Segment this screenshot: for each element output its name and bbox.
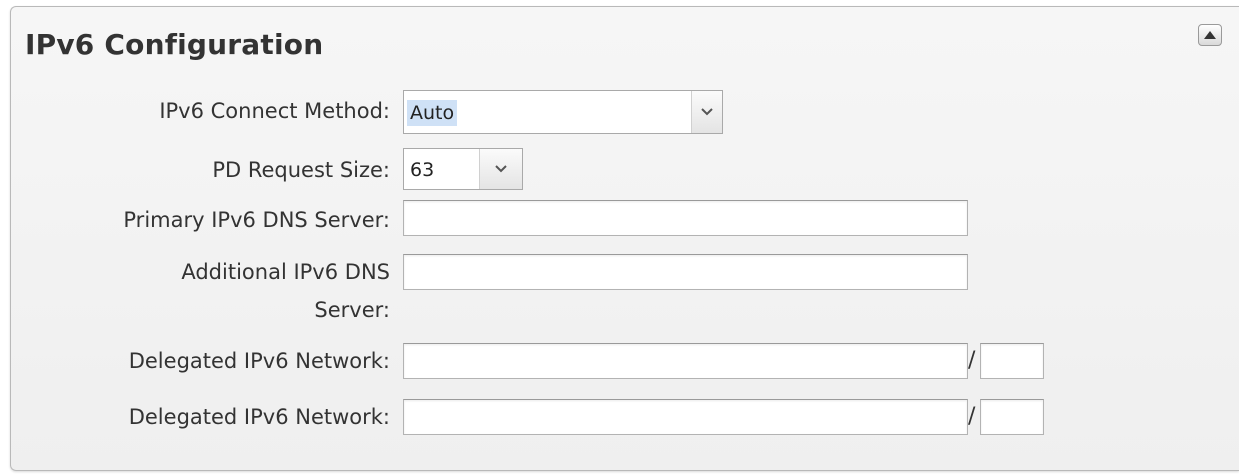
- collapse-up-icon: [1204, 31, 1216, 39]
- delegated-network-2-input[interactable]: [403, 399, 968, 435]
- pd-request-size-select[interactable]: 63: [403, 148, 523, 190]
- pd-request-size-value: 63: [410, 159, 435, 181]
- collapse-button[interactable]: [1198, 24, 1222, 46]
- connect-method-label: IPv6 Connect Method:: [159, 99, 390, 123]
- chevron-down-icon: [701, 108, 713, 116]
- delegated-network-2-separator: /: [968, 404, 976, 429]
- primary-dns-label: Primary IPv6 DNS Server:: [123, 208, 390, 232]
- connect-method-select[interactable]: Auto: [403, 90, 723, 134]
- delegated-network-2-label: Delegated IPv6 Network:: [128, 405, 390, 429]
- delegated-network-1-input[interactable]: [403, 343, 968, 379]
- primary-dns-input[interactable]: [403, 200, 968, 236]
- delegated-network-1-separator: /: [968, 348, 976, 373]
- additional-dns-input[interactable]: [403, 254, 968, 290]
- pd-request-size-label: PD Request Size:: [212, 158, 390, 182]
- connect-method-dropdown-toggle[interactable]: [691, 91, 722, 133]
- delegated-network-2-prefix-input[interactable]: [980, 399, 1044, 435]
- delegated-network-1-prefix-input[interactable]: [980, 343, 1044, 379]
- pd-request-size-dropdown-toggle[interactable]: [479, 149, 522, 189]
- additional-dns-label-line1: Additional IPv6 DNS: [181, 260, 390, 284]
- chevron-down-icon: [495, 165, 507, 173]
- additional-dns-label-line2: Server:: [314, 298, 390, 322]
- connect-method-value: Auto: [407, 100, 458, 126]
- labels-column: IPv6 Connect Method: PD Request Size: Pr…: [0, 0, 390, 475]
- delegated-network-1-label: Delegated IPv6 Network:: [128, 349, 390, 373]
